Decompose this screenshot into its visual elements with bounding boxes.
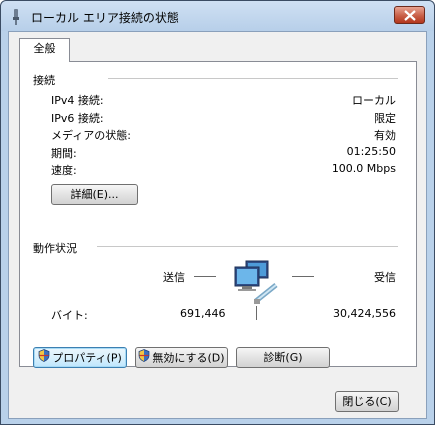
bytes-received-value: 30,424,556: [333, 307, 396, 320]
details-button[interactable]: 詳細(E)...: [51, 184, 138, 205]
duration-value: 01:25:50: [346, 145, 396, 158]
tab-general[interactable]: 全般: [19, 38, 70, 62]
ipv6-value: 限定: [374, 112, 396, 125]
bytes-label: バイト:: [51, 309, 88, 322]
title-bar[interactable]: ローカル エリア接続の状態: [1, 1, 434, 31]
connection-divider: [108, 78, 398, 79]
close-icon: [404, 10, 416, 21]
received-label: 受信: [374, 271, 396, 284]
close-window-button[interactable]: [394, 6, 425, 24]
properties-button-label: プロパティ(P): [52, 351, 122, 365]
ipv4-value: ローカル: [352, 94, 396, 107]
connection-group-label: 接続: [33, 74, 55, 87]
network-computers-icon: [232, 259, 284, 305]
uac-shield-icon: [138, 348, 150, 368]
window-title: ローカル エリア接続の状態: [31, 11, 179, 25]
duration-label: 期間:: [51, 147, 77, 160]
disable-button[interactable]: 無効にする(D): [135, 347, 228, 368]
properties-button[interactable]: プロパティ(P): [33, 347, 127, 368]
activity-group-label: 動作状況: [33, 242, 77, 255]
ipv4-label: IPv4 接続:: [51, 94, 104, 107]
close-button[interactable]: 閉じる(C): [335, 391, 399, 412]
diagnose-button[interactable]: 診断(G): [236, 347, 330, 368]
activity-divider: [97, 246, 398, 247]
sent-line: [194, 276, 216, 277]
media-state-value: 有効: [374, 129, 396, 142]
general-panel: 接続 IPv4 接続: ローカル IPv6 接続: 限定 メディアの状態: 有効…: [19, 61, 417, 368]
sent-label: 送信: [163, 271, 185, 284]
disable-button-label: 無効にする(D): [152, 351, 225, 365]
network-plug-icon: [10, 9, 22, 25]
uac-shield-icon: [38, 348, 50, 368]
activity-separator: [256, 306, 257, 320]
status-dialog: ローカル エリア接続の状態 全般 接続 IPv4 接続: ローカル IPv6 接…: [0, 0, 435, 425]
ipv6-label: IPv6 接続:: [51, 112, 104, 125]
received-line: [292, 276, 314, 277]
bytes-sent-value: 691,446: [180, 307, 226, 320]
speed-label: 速度:: [51, 164, 77, 177]
speed-value: 100.0 Mbps: [331, 162, 396, 175]
media-state-label: メディアの状態:: [51, 129, 131, 142]
dialog-body: 全般 接続 IPv4 接続: ローカル IPv6 接続: 限定 メディアの状態:…: [8, 31, 427, 419]
